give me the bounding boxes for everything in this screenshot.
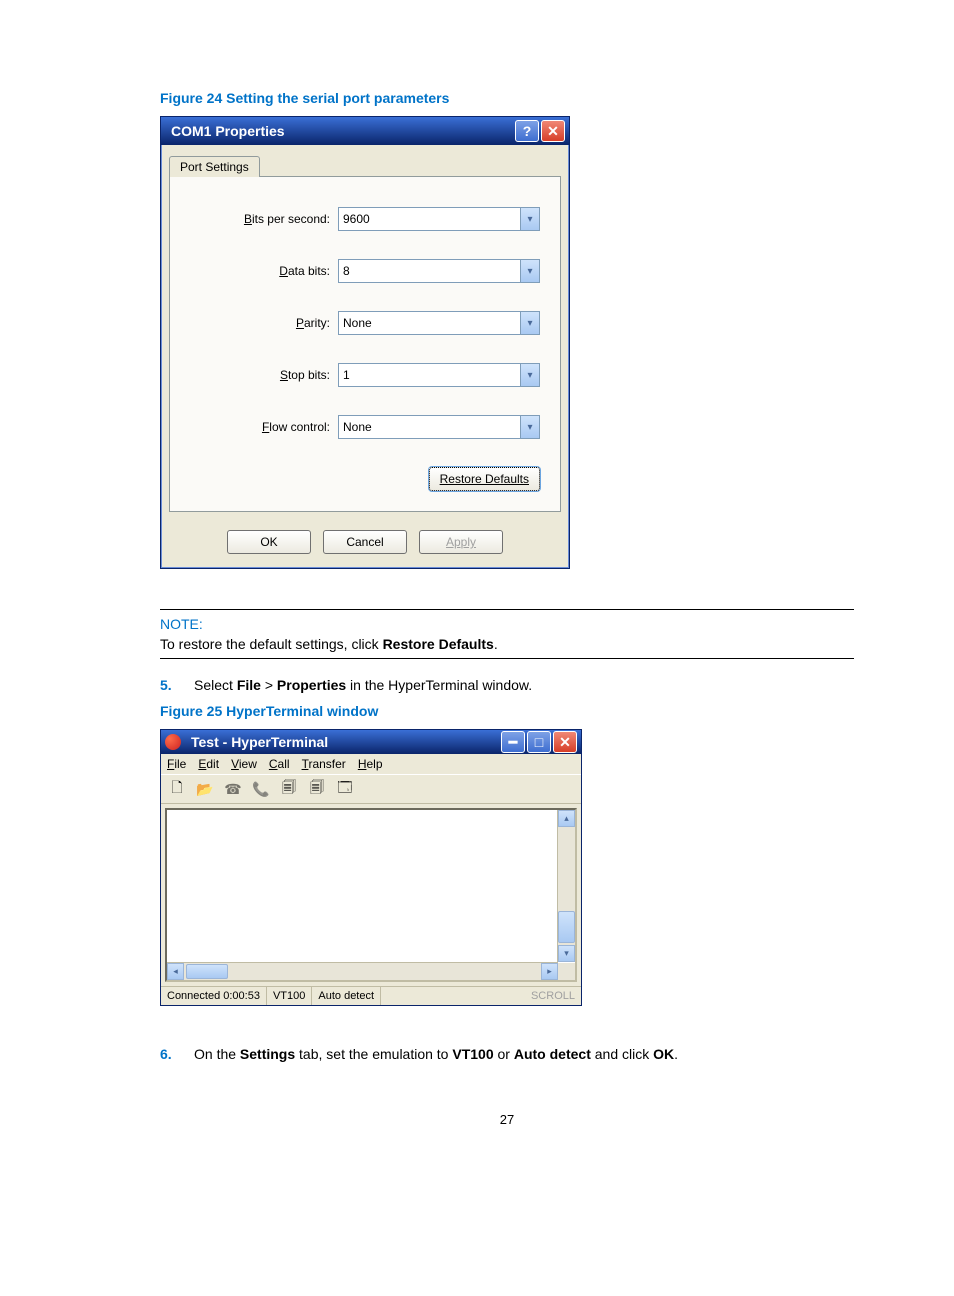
close-button[interactable]: ✕ (541, 120, 565, 142)
menu-call[interactable]: Call (269, 757, 290, 771)
parity-value: None (343, 316, 372, 330)
note-rule-bottom (160, 658, 854, 659)
note-heading: NOTE: (160, 616, 854, 632)
port-settings-panel: Bits per second: 9600 ▾ Data bits: 8 ▾ P… (169, 176, 561, 512)
maximize-button[interactable]: □ (527, 731, 551, 753)
disconnect-icon[interactable]: 📞 (251, 779, 271, 799)
step-5: 5. Select File > Properties in the Hyper… (160, 677, 854, 693)
menu-file[interactable]: File (167, 757, 186, 771)
horizontal-scrollbar[interactable]: ◂ ▸ (167, 962, 558, 980)
resize-grip[interactable] (558, 963, 575, 980)
com1-properties-dialog: COM1 Properties ? ✕ Port Settings Bits p… (160, 116, 570, 569)
bits-per-second-label: Bits per second: (190, 212, 338, 226)
chevron-down-icon: ▾ (520, 364, 539, 386)
vertical-scrollbar[interactable]: ▴ ▾ (557, 810, 575, 962)
flow-control-label: Flow control: (190, 420, 338, 434)
send-icon[interactable]: 🗐 (279, 779, 299, 799)
status-connected: Connected 0:00:53 (161, 987, 267, 1005)
scroll-right-icon[interactable]: ▸ (541, 963, 558, 980)
ok-button[interactable]: OK (227, 530, 311, 554)
menu-view[interactable]: View (231, 757, 257, 771)
flow-control-value: None (343, 420, 372, 434)
hscroll-thumb[interactable] (186, 964, 228, 979)
ht-toolbar: 🗋 📂 ☎ 📞 🗐 🗐 🗔 (161, 774, 581, 804)
hyperterminal-window: Test - HyperTerminal ━ □ ✕ File Edit Vie… (160, 729, 582, 1006)
stop-bits-combo[interactable]: 1 ▾ (338, 363, 540, 387)
scroll-thumb[interactable] (558, 911, 575, 943)
tab-port-settings[interactable]: Port Settings (169, 156, 260, 177)
status-emulation: VT100 (267, 987, 312, 1005)
stop-bits-value: 1 (343, 368, 350, 382)
help-button[interactable]: ? (515, 120, 539, 142)
figure-25-caption: Figure 25 HyperTerminal window (160, 703, 854, 719)
chevron-down-icon: ▾ (520, 416, 539, 438)
step-6-text: On the Settings tab, set the emulation t… (194, 1046, 678, 1062)
terminal-area[interactable]: ▴ ▾ ◂ ▸ (165, 808, 577, 982)
stop-bits-label: Stop bits: (190, 368, 338, 382)
scroll-down-icon[interactable]: ▾ (558, 945, 575, 962)
data-bits-combo[interactable]: 8 ▾ (338, 259, 540, 283)
receive-icon[interactable]: 🗐 (307, 779, 327, 799)
flow-control-combo[interactable]: None ▾ (338, 415, 540, 439)
dialog-title: COM1 Properties (165, 123, 513, 139)
menu-transfer[interactable]: Transfer (302, 757, 346, 771)
new-icon[interactable]: 🗋 (167, 779, 187, 799)
dialog-titlebar[interactable]: COM1 Properties ? ✕ (161, 117, 569, 145)
properties-icon[interactable]: 🗔 (335, 779, 355, 799)
chevron-down-icon: ▾ (520, 260, 539, 282)
open-icon[interactable]: 📂 (195, 779, 215, 799)
data-bits-label: Data bits: (190, 264, 338, 278)
ht-menubar: File Edit View Call Transfer Help (161, 754, 581, 774)
status-detect: Auto detect (312, 987, 381, 1005)
ht-statusbar: Connected 0:00:53 VT100 Auto detect SCRO… (161, 986, 581, 1005)
ht-close-button[interactable]: ✕ (553, 731, 577, 753)
scroll-up-icon[interactable]: ▴ (558, 810, 575, 827)
menu-help[interactable]: Help (358, 757, 383, 771)
apply-button[interactable]: Apply (419, 530, 503, 554)
cancel-button[interactable]: Cancel (323, 530, 407, 554)
step-5-text: Select File > Properties in the HyperTer… (194, 677, 532, 693)
restore-defaults-button[interactable]: Restore Defaults (429, 467, 540, 491)
parity-combo[interactable]: None ▾ (338, 311, 540, 335)
step-6-number: 6. (160, 1046, 194, 1062)
connect-icon[interactable]: ☎ (223, 779, 243, 799)
chevron-down-icon: ▾ (520, 312, 539, 334)
minimize-button[interactable]: ━ (501, 731, 525, 753)
figure-24-caption: Figure 24 Setting the serial port parame… (160, 90, 854, 106)
ht-app-icon (165, 734, 181, 750)
bits-per-second-value: 9600 (343, 212, 370, 226)
scroll-left-icon[interactable]: ◂ (167, 963, 184, 980)
note-body: To restore the default settings, click R… (160, 636, 854, 652)
step-6: 6. On the Settings tab, set the emulatio… (160, 1046, 854, 1062)
note-rule-top (160, 609, 854, 610)
ht-title: Test - HyperTerminal (185, 734, 499, 750)
bits-per-second-combo[interactable]: 9600 ▾ (338, 207, 540, 231)
data-bits-value: 8 (343, 264, 350, 278)
parity-label: Parity: (190, 316, 338, 330)
ht-titlebar[interactable]: Test - HyperTerminal ━ □ ✕ (161, 730, 581, 754)
step-5-number: 5. (160, 677, 194, 693)
chevron-down-icon: ▾ (520, 208, 539, 230)
status-scroll: SCROLL (525, 987, 581, 1005)
menu-edit[interactable]: Edit (198, 757, 219, 771)
page-number: 27 (160, 1112, 854, 1127)
